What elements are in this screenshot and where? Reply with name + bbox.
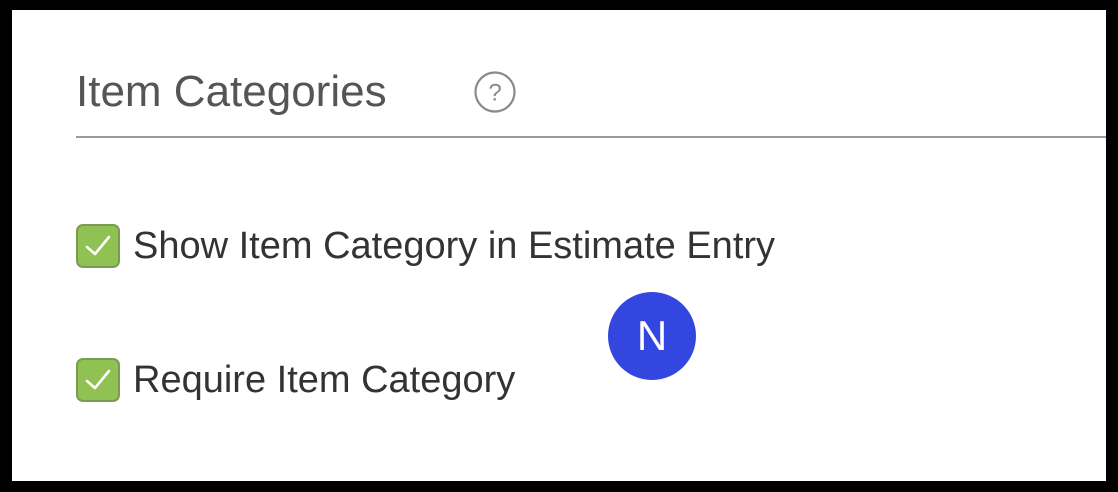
section-title: Item Categories	[76, 67, 387, 116]
settings-panel: Item Categories ? Show Item Category in …	[12, 10, 1106, 481]
show-item-category-label: Show Item Category in Estimate Entry	[133, 225, 776, 267]
section-header: Item Categories ?	[76, 50, 1106, 138]
require-item-category-label: Require Item Category	[133, 359, 516, 401]
require-item-category-checkbox[interactable]	[76, 358, 120, 402]
svg-text:?: ?	[488, 80, 501, 107]
question-circle-icon[interactable]: ?	[473, 70, 517, 114]
show-item-category-option[interactable]: Show Item Category in Estimate Entry	[76, 220, 775, 272]
user-avatar[interactable]: N	[608, 292, 696, 380]
checkmark-icon	[85, 369, 111, 390]
show-item-category-checkbox[interactable]	[76, 224, 120, 268]
checkmark-icon	[85, 235, 111, 256]
require-item-category-option[interactable]: Require Item Category	[76, 354, 515, 406]
